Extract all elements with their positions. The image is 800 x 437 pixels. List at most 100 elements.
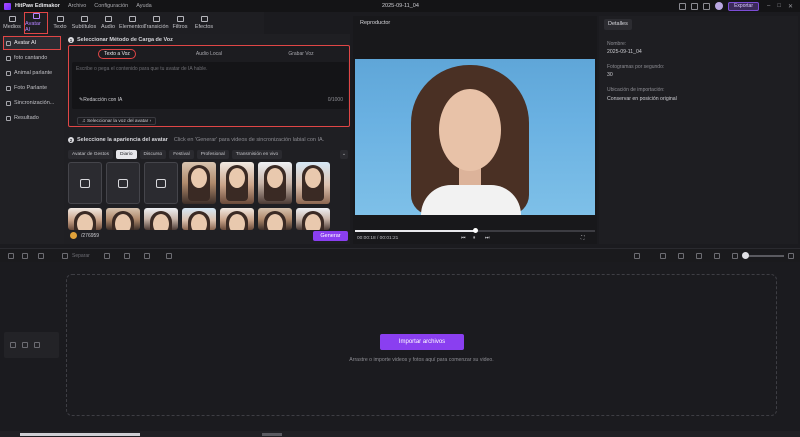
playhead-marker[interactable] (262, 433, 282, 436)
menu-configuracion[interactable]: Configuración (94, 3, 128, 9)
voice-section-title: 1 Seleccionar Método de Carga de Voz (68, 37, 173, 43)
tab-texto-a-voz[interactable]: Texto a Voz (71, 49, 163, 59)
close-icon[interactable]: ✕ (788, 3, 793, 10)
select-voice-button[interactable]: ♫ Seleccionar la voz del avatar › (77, 117, 157, 125)
eye-icon[interactable] (34, 342, 40, 348)
generate-button[interactable]: Generar (313, 231, 348, 241)
chip-profesional[interactable]: Profesional (196, 150, 229, 159)
drop-hint: Arrastre o importe videos y fotos aquí p… (349, 357, 494, 363)
redo-icon[interactable] (22, 253, 28, 259)
chip-transmision[interactable]: Transmisión en vivo (231, 150, 283, 159)
tab-elementos[interactable]: Elementos (119, 12, 145, 34)
avatar-thumbnail[interactable] (182, 162, 216, 204)
avatar-thumbnail[interactable] (68, 208, 102, 230)
avatar-thumbnail[interactable] (296, 162, 330, 204)
tab-transicion[interactable]: Transición (143, 12, 169, 34)
adjust-icon[interactable] (144, 253, 150, 259)
info-icon[interactable] (691, 2, 699, 10)
sidebar-item-label: foto cantando (14, 55, 48, 61)
voice-icon[interactable] (634, 253, 640, 259)
separate-label[interactable]: Separar (72, 253, 90, 259)
maximize-icon[interactable]: □ (777, 3, 781, 9)
zoom-slider[interactable] (744, 255, 784, 257)
avatar-thumbnail[interactable] (296, 208, 330, 230)
sidebar-item-label: Sincronización... (14, 100, 55, 106)
timeline-scrollbar[interactable] (0, 431, 800, 437)
fps-value: 30 (607, 72, 613, 78)
track-icon[interactable] (714, 253, 720, 259)
tab-texto[interactable]: Texto (48, 12, 72, 34)
sidebar-item-foto-parlante[interactable]: Foto Parlante (4, 82, 60, 94)
tab-audio-local[interactable]: Audio Local (163, 49, 255, 59)
tab-detalles[interactable]: Detalles (604, 19, 632, 30)
zoom-out-icon[interactable] (732, 253, 738, 259)
user-avatar[interactable] (715, 2, 724, 10)
tab-label: Audio (100, 24, 116, 30)
progress-handle[interactable] (473, 228, 478, 233)
download-icon[interactable] (703, 2, 711, 10)
avatar-thumbnail[interactable] (220, 162, 254, 204)
scrollbar-thumb[interactable] (20, 433, 140, 436)
tab-grabar-voz[interactable]: Grabar Voz (255, 49, 347, 59)
delete-icon[interactable] (38, 253, 44, 259)
image-icon (6, 55, 11, 61)
playback-progress[interactable] (355, 228, 595, 233)
timeline-drop-zone[interactable]: Importar archivos Arrastre o importe vid… (66, 274, 777, 416)
mute-icon[interactable] (22, 342, 28, 348)
tab-subtitulos[interactable]: Subtítulos (72, 12, 96, 34)
look-section-title: 2 Seleccione la apariencia del avatar Cl… (68, 137, 350, 143)
marker-icon[interactable] (660, 253, 666, 259)
chat-icon[interactable] (679, 2, 687, 10)
menu-archivo[interactable]: Archivo (68, 3, 86, 9)
player-title: Reproductor (360, 20, 391, 26)
avatar-thumbnail[interactable] (106, 208, 140, 230)
link-icon[interactable] (696, 253, 702, 259)
video-tool[interactable] (144, 162, 178, 204)
avatar-thumbnail[interactable] (258, 162, 292, 204)
import-files-button[interactable]: Importar archivos (380, 334, 464, 350)
zoom-handle[interactable] (742, 252, 749, 259)
next-frame-icon[interactable]: ⏭ (485, 235, 490, 241)
sidebar-item-sincronizacion[interactable]: Sincronización... (4, 97, 60, 109)
sidebar-item-label: Animal parlante (14, 70, 53, 76)
speed-icon[interactable] (124, 253, 130, 259)
transition-icon (152, 16, 160, 22)
tab-efectos[interactable]: Efectos (192, 12, 216, 34)
chip-diario[interactable]: Diario (115, 150, 137, 159)
tab-label: Subtítulos (71, 24, 97, 30)
avatar-thumbnail[interactable] (258, 208, 292, 230)
minimize-icon[interactable]: – (767, 3, 770, 9)
pause-icon[interactable]: ⏸ (473, 235, 476, 241)
tab-filtros[interactable]: Filtros (168, 12, 192, 34)
sidebar-item-avatar-ai[interactable]: Avatar AI (3, 36, 61, 50)
sidebar-item-resultado[interactable]: Resultado (4, 112, 60, 124)
export-button[interactable]: Exportar (728, 1, 759, 11)
menu-ayuda[interactable]: Ayuda (136, 3, 152, 9)
avatar-thumbnail[interactable] (144, 208, 178, 230)
avatar-thumbnail[interactable] (182, 208, 216, 230)
prev-frame-icon[interactable]: ⏮ (461, 235, 466, 241)
look-section-title-text: Seleccione la apariencia del avatar (77, 137, 168, 143)
ai-write-button[interactable]: ✎Redacción con IA (79, 97, 122, 103)
crop-icon[interactable] (104, 253, 110, 259)
freeze-icon[interactable] (166, 253, 172, 259)
tab-medios[interactable]: Medios (0, 12, 24, 34)
sidebar-item-animal-parlante[interactable]: Animal parlante (4, 67, 60, 79)
split-icon[interactable] (62, 253, 68, 259)
fullscreen-icon[interactable]: ⛶ (581, 235, 585, 241)
sidebar-item-foto-cantando[interactable]: foto cantando (4, 52, 60, 64)
ai-image-tool[interactable] (106, 162, 140, 204)
chip-festival[interactable]: Festival (169, 150, 194, 159)
snap-icon[interactable] (678, 253, 684, 259)
avatar-thumbnail[interactable] (220, 208, 254, 230)
zoom-in-icon[interactable] (788, 253, 794, 259)
tab-audio[interactable]: Audio (96, 12, 120, 34)
chip-gestos[interactable]: Avatar de Gestos (68, 150, 113, 159)
undo-icon[interactable] (8, 253, 14, 259)
video-preview[interactable] (355, 59, 595, 215)
upload-photo-tool[interactable] (68, 162, 102, 204)
chevron-down-icon[interactable]: ⌄ (340, 150, 348, 159)
tab-avatar-ai[interactable]: Avatar AI (24, 12, 48, 34)
chip-discurso[interactable]: Discurso (139, 150, 167, 159)
lock-icon[interactable] (10, 342, 16, 348)
